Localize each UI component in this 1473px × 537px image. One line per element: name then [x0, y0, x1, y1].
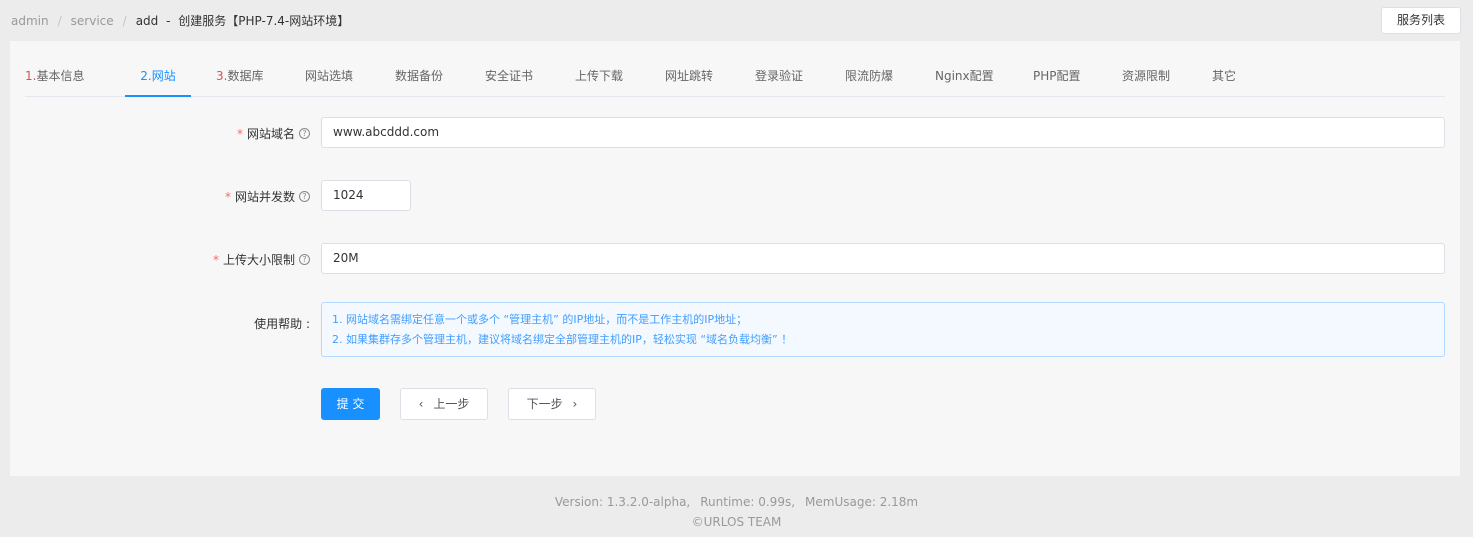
tab-ssl-certificate[interactable]: 安全证书: [485, 41, 533, 97]
footer-stats: Version: 1.3.2.0-alpha, Runtime: 0.99s, Me…: [0, 492, 1473, 512]
service-list-button[interactable]: 服务列表: [1381, 7, 1461, 34]
breadcrumb-item-admin[interactable]: admin: [11, 14, 49, 28]
question-icon[interactable]: ?: [299, 191, 310, 202]
tab-number: 3.: [216, 69, 228, 83]
tab-other[interactable]: 其它: [1212, 41, 1236, 97]
breadcrumb-item-service[interactable]: service: [71, 14, 114, 28]
tab-number: 1.: [25, 69, 37, 83]
usage-help-label: 使用帮助 :: [254, 317, 310, 331]
usage-help-line: 2. 如果集群存多个管理主机，建议将域名绑定全部管理主机的IP，轻松实现 “域名…: [332, 333, 793, 346]
domain-label-text: 网站域名: [246, 127, 295, 141]
upload-limit-label-text: 上传大小限制: [222, 253, 295, 267]
concurrency-label: * 网站并发数 ?: [225, 188, 310, 205]
tab-php-config[interactable]: PHP配置: [1033, 41, 1081, 97]
prev-step-button[interactable]: ‹ 上一步: [400, 388, 488, 420]
tab-login-auth[interactable]: 登录验证: [755, 41, 803, 97]
footer-copyright: ©URLOS TEAM: [691, 515, 782, 529]
footer-version: Version: 1.3.2.0-alpha,: [554, 495, 691, 509]
usage-help-line: 1. 网站域名需绑定任意一个或多个 “管理主机” 的IP地址，而不是工作主机的I…: [332, 313, 748, 326]
chevron-left-icon: ‹: [418, 397, 424, 411]
top-bar: admin / service / add - 创建服务【PHP-7.4-网站环境】 服…: [0, 0, 1473, 40]
question-icon[interactable]: ?: [299, 128, 310, 139]
tab-database[interactable]: 3.数据库: [216, 41, 263, 97]
footer-memusage: MemUsage: 2.18m: [805, 495, 919, 509]
page-title: 创建服务【PHP-7.4-网站环境】: [178, 14, 350, 28]
tab-website[interactable]: 2.网站: [125, 41, 191, 97]
next-step-label: 下一步: [526, 397, 563, 411]
submit-button[interactable]: 提 交: [321, 388, 380, 420]
tab-bar: 1.基本信息 2.网站 3.数据库 网站选填 数据备份 安全证书 上传下载 网址…: [25, 41, 1445, 97]
tab-data-backup[interactable]: 数据备份: [395, 41, 443, 97]
concurrency-input[interactable]: 1024: [321, 180, 411, 211]
tab-rate-limit[interactable]: 限流防爆: [845, 41, 893, 97]
required-mark: *: [224, 189, 231, 204]
tab-label: 基本信息: [36, 69, 85, 83]
domain-label: * 网站域名 ?: [237, 125, 310, 142]
concurrency-label-text: 网站并发数: [234, 190, 295, 204]
upload-limit-input[interactable]: 20M: [321, 243, 1445, 274]
main-panel: 1.基本信息 2.网站 3.数据库 网站选填 数据备份 安全证书 上传下载 网址…: [10, 41, 1460, 476]
upload-limit-label: * 上传大小限制 ?: [213, 251, 310, 268]
question-icon[interactable]: ?: [299, 254, 310, 265]
required-mark: *: [212, 252, 219, 267]
tab-upload-download[interactable]: 上传下载: [575, 41, 623, 97]
tab-label: 网站: [151, 69, 176, 83]
breadcrumb-separator: /: [57, 14, 62, 28]
footer: Version: 1.3.2.0-alpha, Runtime: 0.99s, Me…: [0, 492, 1473, 532]
domain-input[interactable]: www.abcddd.com: [321, 117, 1445, 148]
tab-resource-limit[interactable]: 资源限制: [1122, 41, 1170, 97]
breadcrumb: admin / service / add - 创建服务【PHP-7.4-网站环境】: [11, 12, 349, 29]
tab-nginx-config[interactable]: Nginx配置: [935, 41, 994, 97]
breadcrumb-dash: -: [166, 14, 171, 28]
breadcrumb-item-add: add: [135, 14, 159, 28]
tab-basic-info[interactable]: 1.基本信息: [25, 41, 84, 97]
tab-number: 2.: [140, 69, 152, 83]
tab-url-redirect[interactable]: 网址跳转: [665, 41, 713, 97]
next-step-button[interactable]: 下一步 ›: [508, 388, 596, 420]
required-mark: *: [236, 126, 243, 141]
tab-website-optional[interactable]: 网站选填: [305, 41, 353, 97]
breadcrumb-separator: /: [122, 14, 127, 28]
prev-step-label: 上一步: [433, 397, 470, 411]
usage-help-box: 1. 网站域名需绑定任意一个或多个 “管理主机” 的IP地址，而不是工作主机的I…: [321, 302, 1445, 357]
footer-runtime: Runtime: 0.99s,: [700, 495, 796, 509]
chevron-right-icon: ›: [572, 397, 578, 411]
tab-label: 数据库: [227, 69, 264, 83]
